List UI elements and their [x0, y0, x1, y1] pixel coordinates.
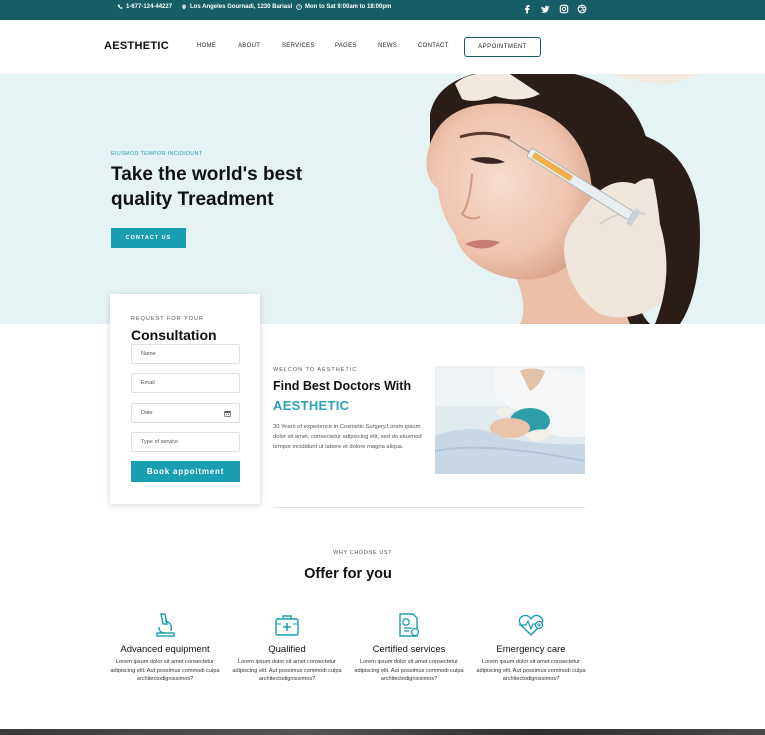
nav-news[interactable]: NEWS [378, 43, 397, 49]
section-divider [273, 507, 585, 508]
heart-pulse-icon [518, 614, 544, 636]
hours-text: Mon to Sat 9:00am to 18:00pm [305, 4, 392, 10]
main-nav: AESTHETIC HOME ABOUT SERVICES PAGES NEWS… [0, 20, 765, 74]
nav-pages[interactable]: PAGES [335, 43, 357, 49]
offer-item-emergency-care: Emergency care Lorem ipsum dolor sit ame… [476, 611, 586, 684]
nav-contact[interactable]: CONTACT [418, 43, 449, 49]
offer-item-advanced-equipment: Advanced equipment Lorem ipsum dolor sit… [110, 611, 220, 684]
offer-eyebrow: WHY CHOOSE US? [333, 550, 392, 556]
consultation-title: Consultation [131, 327, 217, 343]
logo[interactable]: AESTHETIC [104, 40, 169, 52]
about-title: Find Best Doctors With [273, 379, 412, 393]
appointment-button[interactable]: APPOINTMENT [464, 37, 541, 57]
about-brand: AESTHETIC [273, 398, 350, 413]
nav-about[interactable]: ABOUT [238, 43, 260, 49]
address-text: Los Angeles Gournadi, 1230 Bariasl [190, 4, 293, 10]
email-placeholder: Email [141, 380, 155, 386]
consultation-eyebrow: REQUEST FOR YOUR [131, 316, 204, 322]
offer-name: Emergency care [496, 644, 566, 655]
consultation-card: REQUEST FOR YOUR Consultation Name Email… [110, 294, 260, 504]
location-pin-icon [182, 4, 186, 10]
offer-item-qualified: Qualified Lorem ipsum dolor sit amet con… [232, 611, 342, 684]
hero-woman-injection-image [426, 74, 700, 324]
hero-title: Take the world's best quality Treadment [111, 164, 303, 210]
calendar-icon[interactable] [224, 410, 231, 417]
email-field[interactable]: Email [131, 373, 240, 393]
hero-eyebrow: EIUSMOD TEMPOR INCIDIDUNT [111, 151, 203, 157]
offer-name: Certified services [372, 644, 446, 655]
offer-description: Lorem ipsum dolor sit amet consectetur a… [110, 659, 220, 682]
book-appointment-button[interactable]: Book appoitment [131, 461, 240, 482]
offer-name: Advanced equipment [120, 644, 210, 655]
nav-home[interactable]: HOME [197, 43, 216, 49]
facebook-icon[interactable] [522, 4, 532, 14]
name-field[interactable]: Name [131, 344, 240, 364]
address-info: Los Angeles Gournadi, 1230 Bariasl [181, 4, 292, 10]
about-eyebrow: WELCON TO AESTHETIC [273, 367, 358, 373]
date-placeholder: Date [141, 410, 153, 416]
offer-title: Offer for you [304, 566, 392, 582]
date-field[interactable]: Date [131, 403, 240, 423]
hours-info: Mon to Sat 9:00am to 18:00pm [296, 4, 391, 10]
service-type-field[interactable]: Type of service [131, 432, 240, 452]
about-description: 30 Years of experience in Cosmetic Surge… [273, 424, 422, 450]
offer-name: Qualified [268, 644, 306, 655]
doctor-patient-image [435, 366, 585, 474]
medical-kit-icon [275, 615, 299, 636]
contact-us-button[interactable]: CONTACT US [111, 228, 186, 248]
service-type-placeholder: Type of service [141, 439, 178, 445]
certificate-icon [399, 613, 420, 637]
hero-section: EIUSMOD TEMPOR INCIDIDUNT Take the world… [0, 74, 765, 324]
offer-description: Lorem ipsum dolor sit amet consectetur a… [232, 659, 342, 682]
phone-number: 1-677-124-44227 [126, 4, 173, 10]
instagram-icon[interactable] [559, 4, 569, 14]
offer-item-certified-services: Certified services Lorem ipsum dolor sit… [354, 611, 464, 684]
top-bar: 1-677-124-44227 Los Angeles Gournadi, 12… [0, 0, 765, 20]
name-placeholder: Name [141, 351, 156, 357]
dribbble-icon[interactable] [577, 4, 587, 14]
next-section-edge [0, 729, 765, 735]
nav-services[interactable]: SERVICES [282, 43, 315, 49]
offer-description: Lorem ipsum dolor sit amet consectetur a… [354, 659, 464, 682]
phone-icon [117, 4, 123, 9]
microscope-icon [156, 613, 175, 637]
twitter-icon[interactable] [540, 4, 550, 14]
phone-info[interactable]: 1-677-124-44227 [117, 4, 172, 10]
offer-description: Lorem ipsum dolor sit amet consectetur a… [476, 659, 586, 682]
clock-icon [296, 4, 302, 10]
